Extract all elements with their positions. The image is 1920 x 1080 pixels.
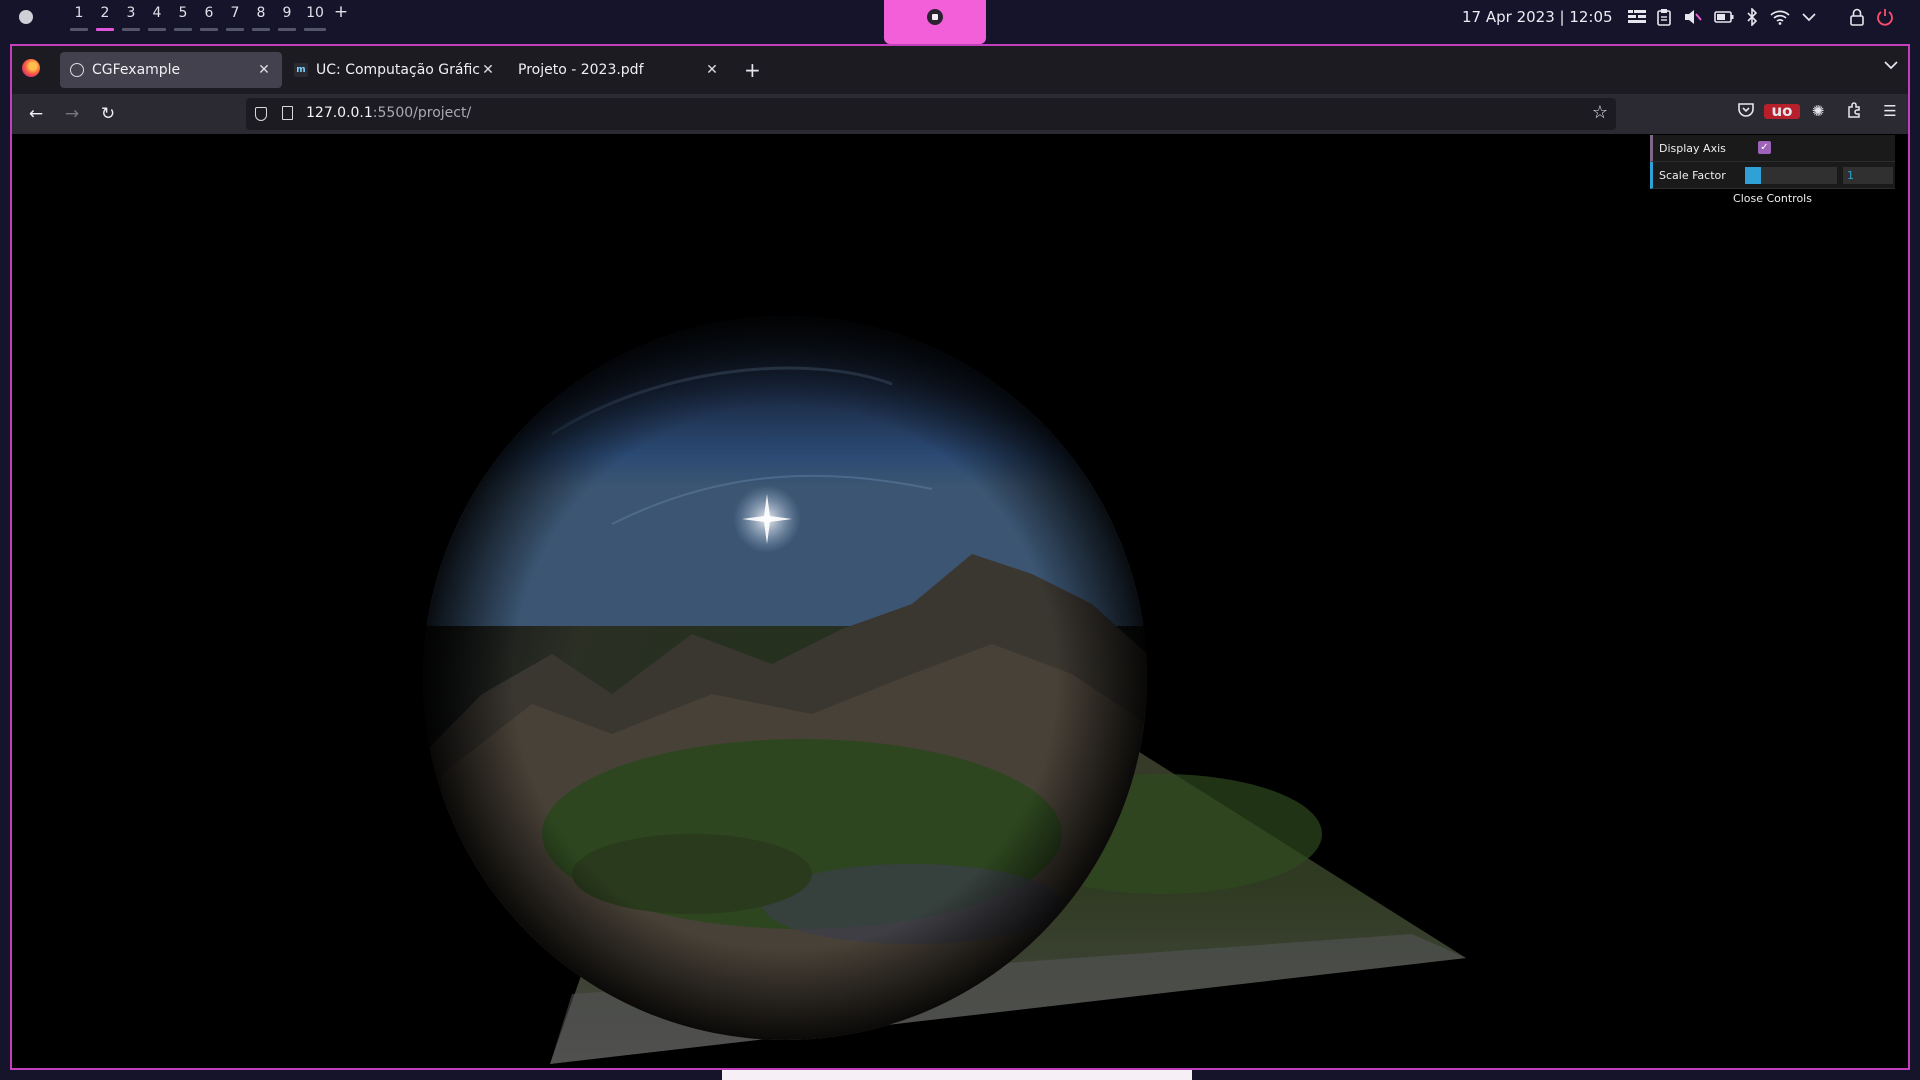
- navigation-toolbar: ← → ↻ 127.0.0.1:5500/project/ ☆ uo ✺ ☰: [12, 94, 1908, 134]
- bookmark-star-icon[interactable]: ☆: [1592, 102, 1608, 123]
- forward-arrow-icon[interactable]: →: [60, 102, 84, 126]
- display-axis-label: Display Axis: [1659, 142, 1726, 155]
- volume-muted-icon[interactable]: [1684, 9, 1702, 25]
- pocket-icon[interactable]: [1728, 102, 1764, 122]
- scale-factor-label: Scale Factor: [1659, 169, 1726, 182]
- url-host: 127.0.0.1: [306, 105, 373, 121]
- bluetooth-icon[interactable]: [1746, 8, 1758, 26]
- tab-title: UC: Computação Gráfica: [316, 62, 480, 78]
- menu-icon[interactable]: ☰: [1872, 102, 1908, 122]
- globe-icon: [70, 63, 84, 77]
- stop-recording-icon[interactable]: [927, 9, 943, 25]
- tab-strip: CGFexample ✕ m UC: Computação Gráfica ✕ …: [12, 46, 1908, 94]
- grid-icon[interactable]: [1628, 9, 1646, 25]
- extensions-icon[interactable]: [1836, 102, 1872, 122]
- scale-factor-input[interactable]: 1: [1843, 167, 1893, 184]
- workspace-2[interactable]: 2: [92, 3, 118, 31]
- extension-gear-icon[interactable]: ✺: [1800, 102, 1836, 122]
- new-tab-button[interactable]: +: [744, 58, 761, 82]
- webgl-canvas[interactable]: Display Axis ✓ Scale Factor 1 Close Cont…: [12, 134, 1908, 1068]
- workspace-4[interactable]: 4: [144, 3, 170, 31]
- system-tray: [1628, 6, 1894, 28]
- toolbar-extensions: uo ✺ ☰: [1728, 102, 1908, 122]
- firefox-logo-icon[interactable]: [22, 59, 40, 77]
- workspace-9[interactable]: 9: [274, 3, 300, 31]
- back-arrow-icon[interactable]: ←: [24, 102, 48, 126]
- workspace-6[interactable]: 6: [196, 3, 222, 31]
- screen-recorder-indicator[interactable]: [884, 0, 986, 44]
- workspace-8[interactable]: 8: [248, 3, 274, 31]
- tracking-protection-icon[interactable]: [255, 107, 267, 121]
- moodle-icon: m: [294, 63, 308, 77]
- address-bar[interactable]: 127.0.0.1:5500/project/ ☆: [246, 98, 1616, 130]
- workspace-3[interactable]: 3: [118, 3, 144, 31]
- scale-factor-slider[interactable]: [1745, 167, 1837, 184]
- slider-fill: [1745, 167, 1761, 184]
- bottom-accent-bar: [722, 1070, 1192, 1080]
- lock-icon[interactable]: [1850, 8, 1864, 26]
- display-axis-row[interactable]: Display Axis ✓: [1650, 135, 1895, 162]
- workspace-1[interactable]: 1: [66, 3, 92, 31]
- page-info-icon[interactable]: [282, 106, 293, 120]
- url-path: :5500/project/: [372, 105, 472, 121]
- skybox-sphere: [423, 316, 1147, 1040]
- ublock-badge: uo: [1764, 104, 1800, 119]
- power-icon[interactable]: [1876, 8, 1894, 26]
- tab-title: CGFexample: [92, 62, 181, 78]
- workspace-10[interactable]: 10: [300, 3, 330, 31]
- tab-title: Projeto - 2023.pdf: [518, 62, 644, 78]
- scale-factor-row: Scale Factor 1: [1650, 162, 1895, 189]
- tab-projeto-pdf[interactable]: Projeto - 2023.pdf ✕: [508, 52, 730, 88]
- clock[interactable]: 17 Apr 2023 | 12:05: [1462, 8, 1613, 26]
- close-tab-icon[interactable]: ✕: [480, 62, 496, 78]
- close-controls-button[interactable]: Close Controls: [1650, 189, 1895, 209]
- close-tab-icon[interactable]: ✕: [704, 62, 720, 78]
- workspace-switcher: 1 2 3 4 5 6 7 8 9 10 +: [66, 3, 352, 31]
- clipboard-icon[interactable]: [1656, 8, 1672, 26]
- list-all-tabs-icon[interactable]: [1884, 58, 1898, 74]
- reload-icon[interactable]: ↻: [96, 102, 120, 126]
- launcher-button[interactable]: [19, 10, 33, 24]
- display-axis-checkbox[interactable]: ✓: [1758, 141, 1771, 154]
- close-tab-icon[interactable]: ✕: [256, 62, 272, 78]
- 3d-scene[interactable]: [12, 134, 1908, 1068]
- tab-uc-computacao-grafica[interactable]: m UC: Computação Gráfica ✕: [284, 52, 506, 88]
- battery-icon[interactable]: [1714, 10, 1734, 24]
- workspace-7[interactable]: 7: [222, 3, 248, 31]
- workspace-5[interactable]: 5: [170, 3, 196, 31]
- wifi-icon[interactable]: [1770, 9, 1790, 25]
- add-workspace-button[interactable]: +: [330, 3, 352, 31]
- ublock-icon[interactable]: uo: [1764, 102, 1800, 122]
- tab-cgfexample[interactable]: CGFexample ✕: [60, 52, 282, 88]
- chevron-down-icon[interactable]: [1802, 12, 1816, 22]
- dat-gui-panel: Display Axis ✓ Scale Factor 1 Close Cont…: [1650, 135, 1895, 209]
- system-top-bar: 1 2 3 4 5 6 7 8 9 10 + 17 Apr 2023 | 12:…: [0, 0, 1920, 44]
- browser-window: CGFexample ✕ m UC: Computação Gráfica ✕ …: [10, 44, 1910, 1070]
- url-text[interactable]: 127.0.0.1:5500/project/: [306, 105, 471, 121]
